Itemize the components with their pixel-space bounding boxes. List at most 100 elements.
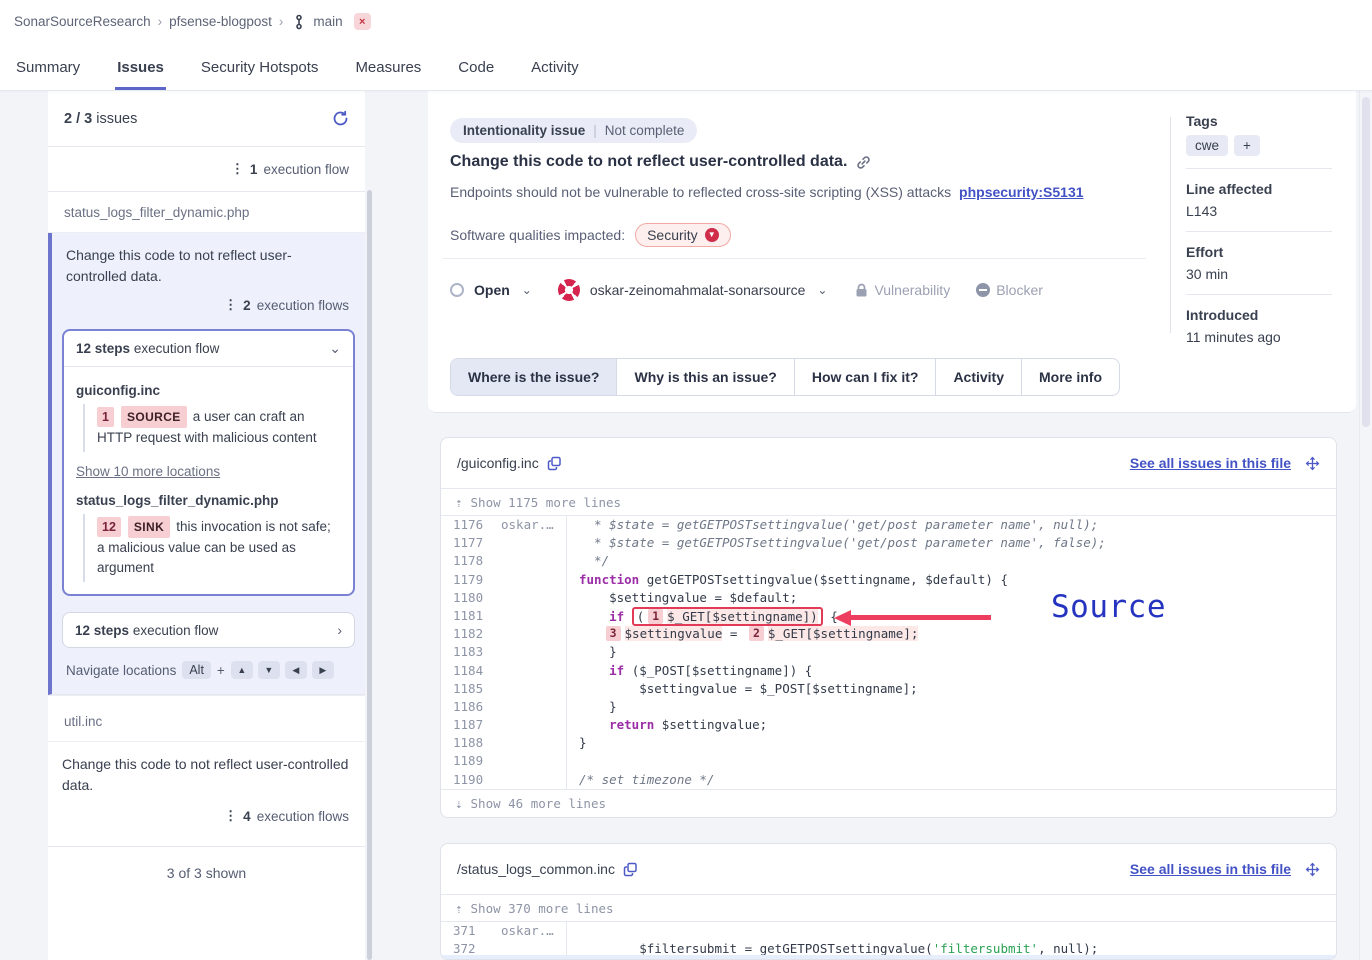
line-number[interactable]: 1180: [441, 589, 501, 607]
quality-label: Security: [647, 227, 698, 243]
line-number[interactable]: 1177: [441, 534, 501, 552]
nav-tab-summary[interactable]: Summary: [14, 47, 82, 90]
copy-icon[interactable]: [547, 456, 562, 471]
line-number[interactable]: 371: [441, 922, 501, 940]
line-number[interactable]: 1186: [441, 698, 501, 716]
issue-title[interactable]: Change this code to not reflect user-con…: [48, 742, 365, 800]
selected-issue[interactable]: Change this code to not reflect user-con…: [48, 233, 365, 695]
code-line[interactable]: 1184 if ($_POST[$settingname]) {: [441, 662, 1336, 680]
navigate-left-button[interactable]: ◀: [285, 661, 307, 679]
code-line[interactable]: 1180 $settingvalue = $default;: [441, 589, 1336, 607]
software-qualities: Software qualities impacted: Security ▼: [450, 223, 731, 247]
flow-location[interactable]: 1SOURCEa user can craft an HTTP request …: [83, 404, 341, 452]
line-number[interactable]: 1188: [441, 734, 501, 752]
show-more-lines-above[interactable]: ⇡ Show 1175 more lines: [441, 488, 1336, 516]
breadcrumb-separator: ›: [279, 14, 284, 29]
code-line[interactable]: 1182 3$settingvalue = 2$_GET[$settingnam…: [441, 625, 1336, 643]
issue-file-path: util.inc: [48, 695, 365, 742]
code-line[interactable]: 1188}: [441, 734, 1336, 752]
issue-tab-where-is-the-issue[interactable]: Where is the issue?: [451, 359, 617, 395]
line-number[interactable]: 1184: [441, 662, 501, 680]
line-code: }: [567, 734, 587, 752]
issue-tab-how-can-i-fix-it[interactable]: How can I fix it?: [795, 359, 937, 395]
code-line[interactable]: 1189: [441, 752, 1336, 770]
see-all-issues-link[interactable]: See all issues in this file: [1130, 861, 1291, 877]
status-dropdown[interactable]: Open: [474, 282, 510, 298]
code-line[interactable]: 1181 if (1$_GET[$settingname]) {Source: [441, 607, 1336, 625]
code-line[interactable]: 1179function getGETPOSTsettingvalue($set…: [441, 571, 1336, 589]
show-more-lines-below[interactable]: ⇣ Show 46 more lines: [441, 789, 1336, 817]
assignee-dropdown[interactable]: oskar-zeinomahmalat-sonarsource: [590, 282, 806, 298]
expand-up-icon: ⇡: [455, 901, 463, 916]
flow-step-badge[interactable]: 3: [606, 626, 621, 641]
issue-tab-more-info[interactable]: More info: [1022, 359, 1119, 395]
line-code: }: [567, 698, 617, 716]
line-number[interactable]: 1178: [441, 552, 501, 570]
line-number[interactable]: 1176: [441, 516, 501, 534]
code-line[interactable]: 1183 }: [441, 643, 1336, 661]
breadcrumb-branch[interactable]: main: [313, 14, 342, 29]
page-scrollbar[interactable]: [1359, 91, 1371, 960]
execution-flow-header[interactable]: 12 steps execution flow ⌄: [64, 331, 353, 367]
nav-tab-security-hotspots[interactable]: Security Hotspots: [199, 47, 321, 90]
navigate-right-button[interactable]: ▶: [312, 661, 334, 679]
code-line[interactable]: 1186 }: [441, 698, 1336, 716]
issue-flows[interactable]: ⋮ 2 execution flows: [52, 289, 365, 323]
move-icon[interactable]: [1305, 456, 1320, 471]
line-number[interactable]: 1181: [441, 607, 501, 625]
nav-tab-code[interactable]: Code: [456, 47, 496, 90]
navigate-up-button[interactable]: ▲: [231, 661, 253, 679]
show-more-locations-link[interactable]: Show 10 more locations: [76, 464, 220, 479]
line-number[interactable]: 1183: [441, 643, 501, 661]
code-line[interactable]: 1187 return $settingvalue;: [441, 716, 1336, 734]
rule-link[interactable]: phpsecurity:S5131: [959, 184, 1084, 200]
issue-heading-text: Change this code to not reflect user-con…: [450, 153, 847, 171]
line-number[interactable]: 1182: [441, 625, 501, 643]
branch-icon: [293, 14, 305, 30]
security-quality-pill[interactable]: Security ▼: [635, 223, 731, 247]
code-line[interactable]: 1176oskar.… * $state = getGETPOSTsetting…: [441, 516, 1336, 534]
flow-step-badge[interactable]: 2: [749, 626, 764, 641]
navigate-down-button[interactable]: ▼: [258, 661, 280, 679]
code-line[interactable]: 1190/* set timezone */: [441, 771, 1336, 789]
issue-tab-why-is-this-an-issue[interactable]: Why is this an issue?: [617, 359, 794, 395]
line-number[interactable]: 1185: [441, 680, 501, 698]
sidebar-scrollbar[interactable]: [367, 190, 372, 960]
line-number[interactable]: 1189: [441, 752, 501, 770]
nav-tab-activity[interactable]: Activity: [529, 47, 581, 90]
code-line[interactable]: 1178 */: [441, 552, 1336, 570]
flow-label: execution flows: [257, 298, 349, 313]
tag-cwe[interactable]: cwe: [1186, 135, 1228, 156]
open-status-icon: [450, 283, 464, 297]
nav-tab-issues[interactable]: Issues: [115, 47, 166, 90]
line-author: [501, 734, 567, 752]
see-all-issues-link[interactable]: See all issues in this file: [1130, 455, 1291, 471]
execution-flow-panel-collapsed[interactable]: 12 steps execution flow ›: [62, 612, 355, 648]
add-tag-button[interactable]: +: [1234, 135, 1260, 156]
move-icon[interactable]: [1305, 862, 1320, 877]
flow-location[interactable]: 12SINKthis invocation is not safe; a mal…: [83, 514, 341, 582]
flow-step-badge[interactable]: 1: [648, 609, 663, 624]
breadcrumb-project[interactable]: pfsense-blogpost: [169, 14, 272, 29]
effort-value: 30 min: [1186, 266, 1332, 282]
line-number[interactable]: 1179: [441, 571, 501, 589]
code-line[interactable]: 1177 * $state = getGETPOSTsettingvalue('…: [441, 534, 1336, 552]
code-line[interactable]: 1185 $settingvalue = $_POST[$settingname…: [441, 680, 1336, 698]
line-number[interactable]: 1190: [441, 771, 501, 789]
line-author: [501, 571, 567, 589]
issue-tab-activity[interactable]: Activity: [936, 359, 1022, 395]
issue-flows[interactable]: ⋮ 4 execution flows: [48, 800, 365, 847]
permalink-icon[interactable]: [856, 155, 871, 170]
breadcrumb-org[interactable]: SonarSourceResearch: [14, 14, 151, 29]
copy-icon[interactable]: [623, 862, 638, 877]
effort-label: Effort: [1186, 244, 1332, 260]
show-more-lines-above[interactable]: ⇡ Show 370 more lines: [441, 894, 1336, 922]
refresh-icon[interactable]: [332, 110, 349, 127]
previous-issue-flows[interactable]: ⋮ 1 execution flow: [48, 147, 365, 192]
show-lines-label: Show 1175 more lines: [471, 495, 622, 510]
nav-tab-measures[interactable]: Measures: [353, 47, 423, 90]
issue-title[interactable]: Change this code to not reflect user-con…: [52, 233, 365, 289]
line-number[interactable]: 1187: [441, 716, 501, 734]
code-line[interactable]: 371oskar.…: [441, 922, 1336, 940]
navigate-arrow-buttons: ▲ ▼ ◀ ▶: [231, 661, 334, 679]
